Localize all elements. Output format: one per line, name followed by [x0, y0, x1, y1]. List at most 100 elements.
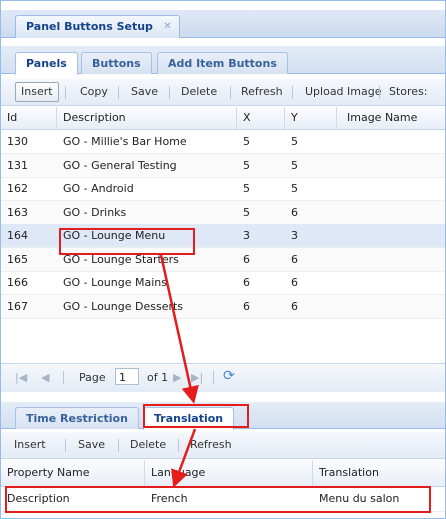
cell-x: 5	[243, 206, 250, 219]
cell-description: GO - Lounge Mains	[63, 276, 167, 289]
tab-translation[interactable]: Translation	[143, 407, 235, 430]
toolbar-divider	[379, 86, 380, 99]
cell-x: 6	[243, 300, 250, 313]
column-header-id[interactable]: Id	[1, 107, 57, 129]
column-header-y[interactable]: Y	[285, 107, 337, 129]
cell-id: 167	[7, 300, 28, 313]
next-page-icon[interactable]: ▶	[173, 371, 181, 384]
translation-row[interactable]: Description French Menu du salon	[1, 487, 445, 512]
cell-x: 6	[243, 253, 250, 266]
cell-y: 6	[291, 300, 298, 313]
column-header-description[interactable]: Description	[57, 107, 237, 129]
prev-page-icon[interactable]: ◀	[41, 371, 49, 384]
cell-x: 3	[243, 229, 250, 242]
tab-label: Panel Buttons Setup	[26, 20, 153, 33]
table-row[interactable]: 166 GO - Lounge Mains 6 6	[1, 271, 445, 295]
cell-y: 5	[291, 159, 298, 172]
cell-y: 6	[291, 253, 298, 266]
cell-x: 6	[243, 276, 250, 289]
translation-save-button[interactable]: Save	[73, 436, 110, 454]
column-header-image-name[interactable]: Image Name	[337, 107, 445, 129]
insert-button[interactable]: Insert	[15, 82, 59, 102]
cell-description: GO - Lounge Desserts	[63, 300, 184, 313]
toolbar-divider	[118, 86, 119, 99]
copy-button[interactable]: Copy	[75, 83, 113, 101]
table-row[interactable]: 131 GO - General Testing 5 5	[1, 154, 445, 178]
tab-buttons[interactable]: Buttons	[81, 52, 152, 74]
column-header-x[interactable]: X	[237, 107, 285, 129]
cell-description: GO - Lounge Starters	[63, 253, 179, 266]
last-page-icon[interactable]: ▶|	[191, 371, 203, 384]
cell-id: 130	[7, 135, 28, 148]
table-row[interactable]: 165 GO - Lounge Starters 6 6	[1, 248, 445, 272]
column-header-property-name[interactable]: Property Name	[1, 460, 145, 486]
page-count-label: of 1	[147, 371, 169, 384]
tab-time-restriction[interactable]: Time Restriction	[15, 407, 139, 429]
table-row[interactable]: 164 GO - Lounge Menu 3 3	[1, 224, 445, 248]
detail-tabs: Time Restriction Translation	[1, 402, 445, 430]
cell-id: 164	[7, 229, 28, 242]
table-row[interactable]: 130 GO - Millie's Bar Home 5 5	[1, 130, 445, 154]
table-row[interactable]: 162 GO - Android 5 5	[1, 177, 445, 201]
column-header-translation[interactable]: Translation	[313, 460, 445, 486]
refresh-button[interactable]: Refresh	[236, 83, 288, 101]
pager-toolbar: |◀ ◀ Page 1 of 1 ▶ ▶| ⟳	[1, 363, 445, 392]
cell-translation: Menu du salon	[319, 492, 400, 505]
tab-translation-label: Translation	[154, 412, 224, 425]
tab-panels-label: Panels	[26, 57, 67, 70]
translation-delete-button[interactable]: Delete	[125, 436, 171, 454]
page-label: Page	[79, 371, 106, 384]
save-button[interactable]: Save	[126, 83, 163, 101]
table-row[interactable]: 167 GO - Lounge Desserts 6 6	[1, 295, 445, 319]
cell-x: 5	[243, 135, 250, 148]
panels-grid-header: Id Description X Y Image Name	[1, 107, 445, 130]
translation-refresh-button[interactable]: Refresh	[185, 436, 237, 454]
tab-buttons-label: Buttons	[92, 57, 141, 70]
table-row[interactable]: 163 GO - Drinks 5 6	[1, 201, 445, 225]
close-icon[interactable]: ✕	[162, 21, 173, 32]
cell-property-name: Description	[7, 492, 70, 505]
delete-button[interactable]: Delete	[176, 83, 222, 101]
tab-panels[interactable]: Panels	[15, 52, 78, 75]
panel-buttons-setup-window: Panel Buttons Setup ✕ Panels Buttons Add…	[0, 0, 446, 519]
toolbar-divider	[65, 439, 66, 452]
cell-description: GO - Drinks	[63, 206, 127, 219]
cell-y: 3	[291, 229, 298, 242]
refresh-icon[interactable]: ⟳	[223, 368, 235, 384]
page-number-input[interactable]: 1	[115, 368, 139, 385]
cell-id: 166	[7, 276, 28, 289]
upload-image-button[interactable]: Upload Image	[300, 83, 387, 101]
tab-time-restriction-label: Time Restriction	[26, 412, 128, 425]
cell-x: 5	[243, 182, 250, 195]
setup-tabs: Panels Buttons Add Item Buttons	[1, 46, 445, 75]
cell-language: French	[151, 492, 188, 505]
pager-divider	[213, 371, 214, 384]
cell-y: 6	[291, 276, 298, 289]
cell-x: 5	[243, 159, 250, 172]
translation-toolbar: Insert Save Delete Refresh	[1, 432, 445, 459]
pager-divider	[63, 371, 64, 384]
cell-description: GO - Android	[63, 182, 134, 195]
tab-add-item-buttons-label: Add Item Buttons	[168, 57, 277, 70]
column-header-language[interactable]: Language	[145, 460, 313, 486]
toolbar-divider	[178, 439, 179, 452]
translation-grid-header: Property Name Language Translation	[1, 460, 445, 487]
cell-id: 163	[7, 206, 28, 219]
toolbar-divider	[292, 86, 293, 99]
cell-description: GO - Lounge Menu	[63, 229, 166, 242]
stores-label: Stores:	[389, 85, 428, 98]
toolbar-divider	[230, 86, 231, 99]
tab-panel-buttons-setup[interactable]: Panel Buttons Setup ✕	[15, 15, 180, 38]
first-page-icon[interactable]: |◀	[15, 371, 27, 384]
translation-insert-button[interactable]: Insert	[9, 436, 51, 454]
cell-id: 162	[7, 182, 28, 195]
document-tab-strip: Panel Buttons Setup ✕	[1, 10, 445, 38]
panels-toolbar: Insert Copy Save Delete Refresh Upload I…	[1, 79, 445, 106]
cell-description: GO - Millie's Bar Home	[63, 135, 187, 148]
toolbar-divider	[118, 439, 119, 452]
cell-y: 5	[291, 135, 298, 148]
cell-id: 131	[7, 159, 28, 172]
tab-add-item-buttons[interactable]: Add Item Buttons	[157, 52, 288, 74]
cell-y: 6	[291, 206, 298, 219]
cell-y: 5	[291, 182, 298, 195]
